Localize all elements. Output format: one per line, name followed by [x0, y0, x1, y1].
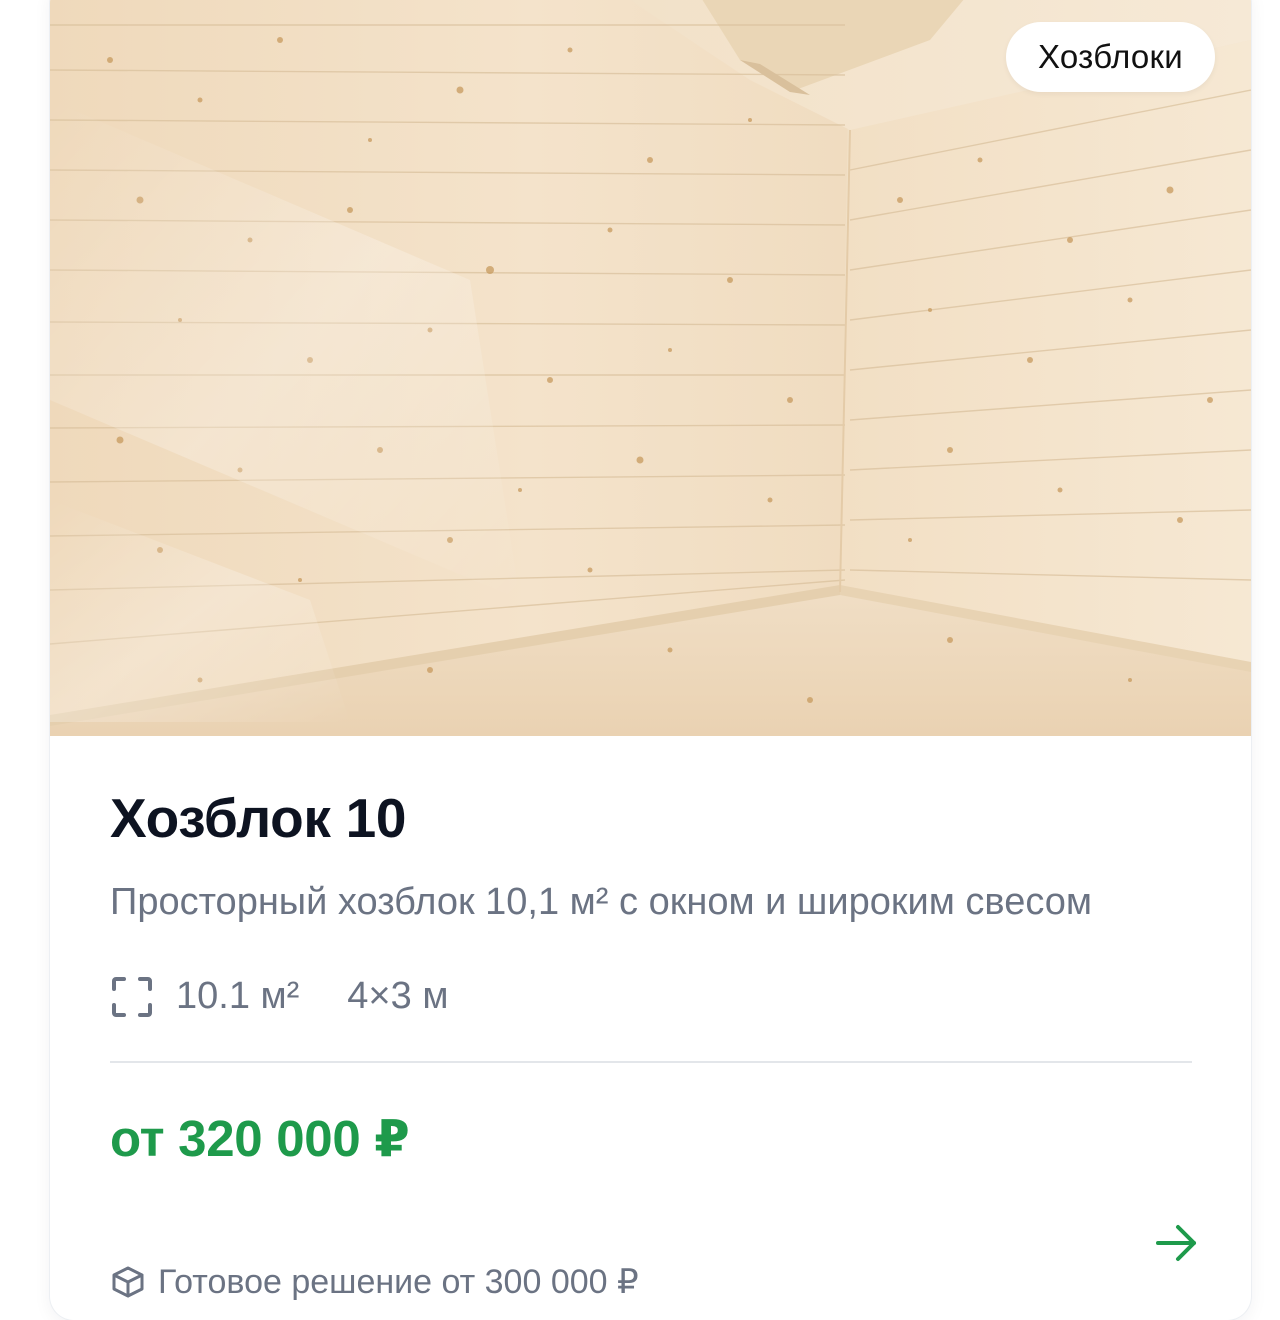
box-icon [112, 1266, 144, 1298]
card-body: Хозблок 10 Просторный хозблок 10,1 м² с … [110, 756, 1192, 1169]
category-badge[interactable]: Хозблоки [1005, 22, 1215, 92]
dimensions-value: 4×3 м [347, 975, 449, 1017]
expand-corners-icon [112, 976, 152, 1017]
area-value: 10.1 м² [176, 975, 300, 1017]
arrow-right-icon[interactable] [1152, 1218, 1202, 1268]
product-description: Просторный хозблок 10,1 м² с окном и шир… [110, 880, 1093, 923]
product-card[interactable]: Хозблоки Хозблок 10 Просторный хозблок 1… [50, 0, 1251, 1320]
ready-solution: Готовое решение от 300 000 ₽ [110, 1262, 639, 1302]
product-title[interactable]: Хозблок 10 [110, 788, 1191, 849]
divider [110, 1060, 1192, 1063]
wooden-interior-image [50, 0, 1251, 736]
product-photo: Хозблоки [50, 0, 1251, 736]
ready-solution-text: Готовое решение от 300 000 ₽ [158, 1263, 639, 1301]
price: от 320 000 ₽ [110, 1109, 410, 1167]
product-specs: 10.1 м² 4×3 м [110, 967, 1191, 1027]
